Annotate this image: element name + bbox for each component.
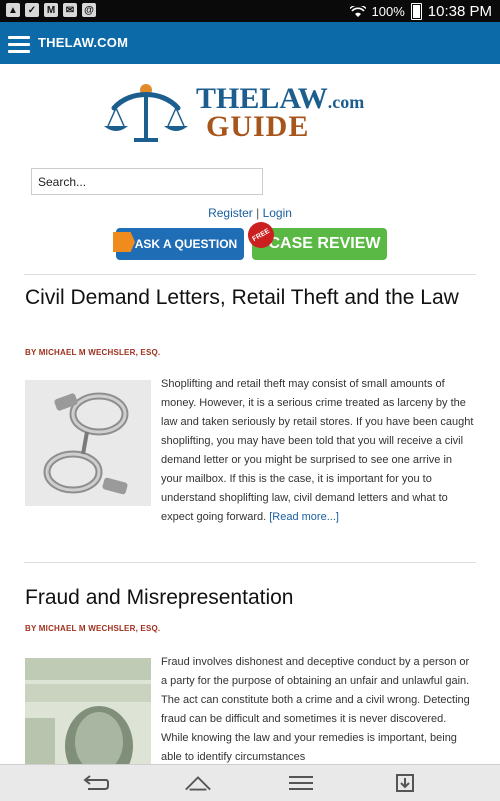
page-content: THELAW.com GUIDE Register | Login ASK A … bbox=[0, 64, 500, 764]
register-link[interactable]: Register bbox=[208, 206, 253, 220]
ask-question-label: ASK A QUESTION bbox=[134, 237, 238, 251]
wifi-icon bbox=[349, 5, 366, 17]
dollar-bill-image[interactable] bbox=[25, 658, 151, 764]
back-icon[interactable] bbox=[82, 773, 110, 793]
article-excerpt: Fraud involves dishonest and deceptive c… bbox=[161, 656, 470, 763]
case-review-button[interactable]: FREE CASE REVIEW bbox=[243, 217, 387, 260]
flag-icon bbox=[113, 232, 135, 252]
status-bar: ▲ ✓ M ✉ @ 100% 10:38 PM bbox=[0, 0, 500, 22]
logo-subtitle: GUIDE bbox=[206, 110, 310, 143]
mail-icon: ✉ bbox=[63, 3, 77, 17]
gmail-icon: M bbox=[44, 3, 58, 17]
divider bbox=[24, 562, 476, 563]
clipboard-check-icon: ✓ bbox=[25, 3, 39, 17]
article-title[interactable]: Fraud and Misrepresentation bbox=[25, 586, 475, 610]
article-byline[interactable]: BY MICHAEL M WECHSLER, ESQ. bbox=[25, 348, 160, 357]
auth-links: Register | Login bbox=[0, 206, 500, 220]
clock: 10:38 PM bbox=[427, 3, 492, 20]
battery-icon bbox=[410, 3, 422, 20]
email-at-icon: @ bbox=[82, 3, 96, 17]
ask-question-button[interactable]: ASK A QUESTION bbox=[113, 228, 244, 260]
site-title[interactable]: THELAW.COM bbox=[38, 35, 128, 50]
login-link[interactable]: Login bbox=[263, 206, 292, 220]
read-more-link[interactable]: [Read more...] bbox=[269, 511, 339, 523]
home-icon[interactable] bbox=[184, 773, 212, 793]
search-input[interactable] bbox=[31, 168, 263, 195]
divider bbox=[24, 274, 476, 275]
article-title[interactable]: Civil Demand Letters, Retail Theft and t… bbox=[25, 286, 475, 310]
auth-separator: | bbox=[256, 206, 260, 220]
download-icon[interactable] bbox=[391, 773, 419, 793]
app-bar: THELAW.COM bbox=[0, 22, 500, 64]
gallery-icon: ▲ bbox=[6, 3, 20, 17]
battery-percent: 100% bbox=[371, 4, 405, 19]
menu-icon[interactable] bbox=[8, 36, 30, 57]
scales-of-justice-icon bbox=[104, 84, 188, 142]
menu-lines-icon[interactable] bbox=[287, 773, 315, 793]
case-review-label: CASE REVIEW bbox=[268, 235, 381, 252]
system-nav-bar bbox=[0, 764, 500, 801]
article-byline[interactable]: BY MICHAEL M WECHSLER, ESQ. bbox=[25, 624, 160, 633]
article-excerpt: Shoplifting and retail theft may consist… bbox=[161, 378, 474, 523]
handcuffs-image[interactable] bbox=[25, 380, 151, 506]
site-logo[interactable]: THELAW.com GUIDE bbox=[100, 80, 400, 146]
